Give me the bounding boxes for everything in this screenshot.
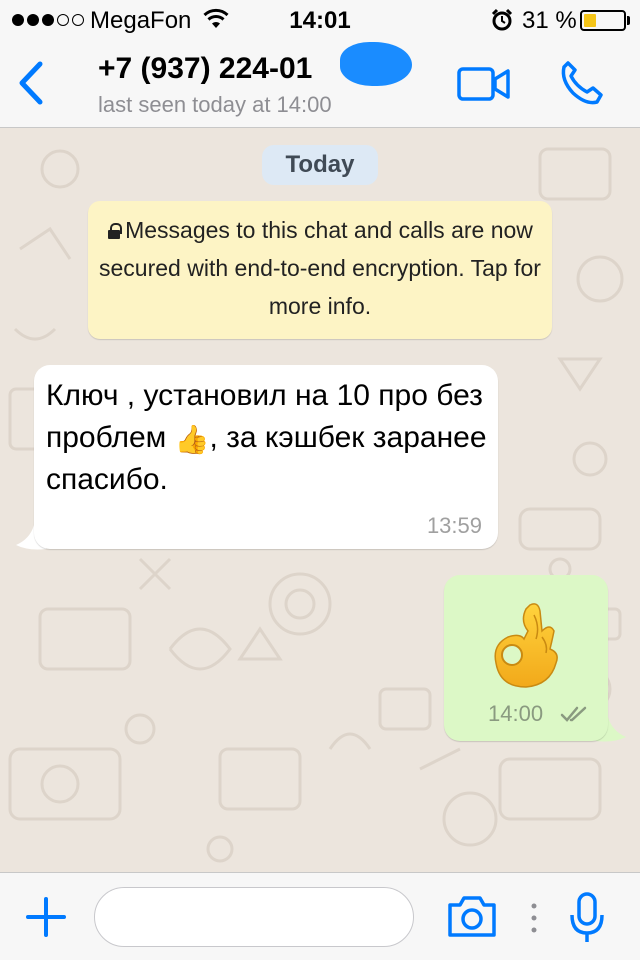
lock-icon	[107, 223, 123, 239]
video-call-button[interactable]	[456, 64, 512, 104]
more-options-button[interactable]	[528, 901, 540, 935]
ok-hand-emoji	[494, 603, 558, 688]
battery-tip	[627, 16, 630, 25]
message-time: 14:00	[488, 701, 544, 726]
encryption-notice[interactable]: Messages to this chat and calls are now …	[88, 201, 552, 339]
chat-header: +7 (937) 224-01 last seen today at 14:00	[0, 40, 640, 128]
more-dots-icon	[531, 903, 537, 933]
thumbs-up-emoji: 👍	[174, 424, 210, 455]
incoming-message[interactable]: Ключ , установил на 10 про без проблем 👍…	[34, 365, 498, 549]
camera-icon	[448, 896, 496, 937]
contact-name[interactable]: +7 (937) 224-01	[98, 52, 312, 86]
message-text: Ключ , установил на 10 про без проблем 👍…	[46, 379, 487, 496]
last-seen-status: last seen today at 14:00	[98, 92, 332, 117]
video-camera-icon	[457, 67, 510, 101]
back-chevron-icon	[19, 61, 43, 105]
chat-area[interactable]: Today Messages to this chat and calls ar…	[0, 129, 640, 872]
alarm-icon	[490, 8, 514, 39]
status-bar: MegaFon 14:01 31 %	[0, 0, 640, 40]
plus-icon	[26, 897, 66, 937]
phone-icon	[561, 61, 603, 105]
battery-level-fill	[584, 14, 596, 27]
encryption-notice-text: Messages to this chat and calls are now …	[99, 217, 541, 319]
attach-button[interactable]	[26, 897, 66, 937]
redaction-scribble	[340, 42, 412, 86]
voice-call-button[interactable]	[556, 58, 606, 108]
microphone-icon	[570, 892, 604, 942]
outgoing-message[interactable]: 14:00	[444, 575, 608, 741]
message-input[interactable]	[94, 887, 414, 947]
battery-percentage: 31 %	[522, 7, 577, 34]
battery-icon	[580, 10, 626, 31]
back-button[interactable]	[12, 58, 52, 108]
voice-message-button[interactable]	[568, 891, 606, 945]
double-check-read-icon	[560, 706, 587, 722]
date-separator: Today	[262, 145, 378, 185]
camera-button[interactable]	[446, 893, 498, 939]
message-input-bar	[0, 872, 640, 960]
message-time: 13:59	[426, 513, 482, 538]
